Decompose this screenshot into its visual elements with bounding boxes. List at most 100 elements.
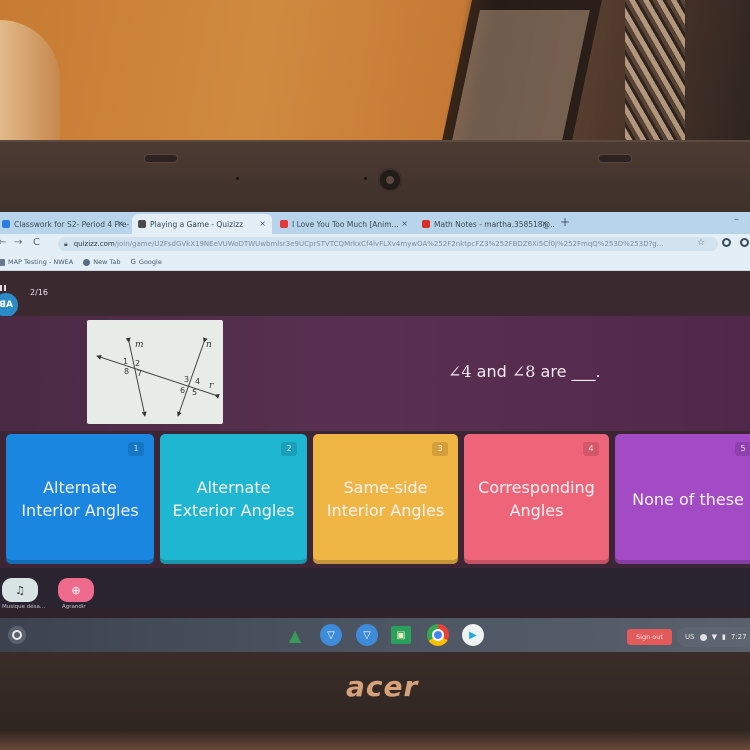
angle-label-7: 7 — [137, 369, 142, 378]
option-label: None of these — [632, 489, 744, 509]
tab-classwork[interactable]: Classwork for S2- Period 4 Pre-... × — [0, 214, 130, 234]
option-5-none[interactable]: 5 None of these — [615, 434, 750, 564]
line-n — [177, 337, 208, 417]
new-tab-button[interactable]: + — [560, 215, 570, 229]
bezel-bumper-right — [598, 154, 632, 163]
tab-gmail[interactable]: Math Notes - martha.358518@... × — [416, 214, 554, 234]
browser-tabstrip: Classwork for S2- Period 4 Pre-... × Pla… — [0, 212, 750, 234]
back-button[interactable]: ← — [0, 237, 6, 248]
extension-icon[interactable] — [722, 238, 731, 247]
url-path: /join/game/U2FsdGVkX19NEeVUWoDTWUwbmlsr3… — [114, 240, 664, 248]
webcam — [378, 168, 402, 192]
bookmark-new-tab[interactable]: New Tab — [83, 258, 120, 266]
bezel-bumper-left — [144, 154, 178, 163]
profile-icon[interactable] — [740, 238, 749, 247]
option-number: 5 — [735, 442, 750, 456]
notification-icon — [699, 633, 707, 641]
quiz-topbar: 2/16 ꓭA — [0, 271, 750, 317]
angle-label-8: 8 — [124, 367, 129, 376]
option-4-corresponding[interactable]: 4 Corresponding Angles — [464, 434, 609, 564]
bookmarks-bar: MAP Testing - NWEA New Tab G Google — [0, 254, 750, 271]
gmail-favicon-icon — [422, 220, 430, 228]
bookmark-google[interactable]: G Google — [130, 258, 161, 266]
label-n: n — [206, 340, 212, 350]
battery-icon: ▮ — [721, 633, 726, 641]
google-icon: G — [130, 257, 136, 266]
bookmark-map-testing[interactable]: MAP Testing - NWEA — [0, 258, 73, 266]
avatar[interactable]: ꓭA — [0, 293, 18, 317]
tab-label: I Love You Too Much [Anim... — [292, 219, 399, 229]
option-2-alternate-exterior[interactable]: 2 Alternate Exterior Angles — [160, 434, 307, 564]
youtube-favicon-icon — [280, 220, 288, 228]
wifi-icon: ▼ — [711, 633, 717, 641]
close-icon[interactable]: × — [541, 219, 548, 228]
google-classroom-icon[interactable]: ▣ — [391, 626, 411, 644]
address-bar[interactable]: 🔒︎ quizizz.com /join/game/U2FsdGVkX19NEe… — [58, 237, 718, 251]
angle-symbol: ∠ — [511, 362, 526, 381]
pause-icon[interactable] — [0, 285, 6, 291]
tab-quizizz[interactable]: Playing a Game - Quizizz × — [132, 214, 272, 234]
parallel-lines-diagram: m n r 1 2 3 4 5 6 7 8 — [96, 337, 220, 417]
zoom-in-button[interactable]: ⊕ — [58, 578, 94, 602]
option-1-alternate-interior[interactable]: 1 Alternate Interior Angles — [6, 434, 154, 564]
tab-label: Math Notes - martha.358518@... — [434, 219, 554, 229]
brand-logo: acer — [346, 670, 419, 703]
angle-label-4: 4 — [195, 377, 200, 386]
option-label: Alternate Exterior Angles — [172, 478, 295, 520]
background-fabric — [625, 0, 685, 145]
browser-toolbar: ← → C 🔒︎ quizizz.com /join/game/U2FsdGVk… — [0, 234, 750, 254]
option-number: 2 — [281, 442, 297, 456]
label-m: m — [135, 340, 144, 350]
question-counter: 2/16 — [30, 288, 48, 297]
locale-indicator: US — [685, 633, 695, 641]
bookmark-label: Google — [138, 258, 162, 266]
play-store-icon[interactable]: ▶ — [462, 624, 484, 646]
launcher-button[interactable] — [8, 626, 26, 644]
google-drive-icon[interactable]: ▲ — [284, 624, 306, 646]
avatar-text: ꓭA — [0, 300, 13, 310]
reload-button[interactable]: C — [33, 237, 40, 248]
sign-out-button[interactable]: Sign out — [627, 629, 672, 645]
chromeos-shelf: ▲ ▽ ▽ ▣ ▶ Sign out US ▼ ▮ 7:27 — [0, 618, 750, 652]
lock-icon: 🔒︎ — [64, 239, 68, 248]
camera-indicator — [364, 177, 367, 180]
close-icon[interactable]: × — [401, 219, 408, 228]
quiz-bottombar: ♫ Musique désa... ⊕ Agrandir — [0, 568, 750, 610]
label-r: r — [209, 381, 214, 391]
tab-youtube[interactable]: I Love You Too Much [Anim... × — [274, 214, 414, 234]
angle-symbol: ∠ — [448, 362, 462, 381]
bookmark-star-icon[interactable]: ☆ — [697, 238, 705, 248]
option-number: 1 — [128, 442, 144, 456]
app-v-icon-2[interactable]: ▽ — [356, 624, 378, 646]
tab-label: Classwork for S2- Period 4 Pre-... — [14, 219, 130, 229]
option-3-same-side-interior[interactable]: 3 Same-side Interior Angles — [313, 434, 458, 564]
bookmark-label: New Tab — [93, 258, 121, 266]
option-number: 4 — [583, 442, 599, 456]
mute-music-button[interactable]: ♫ — [2, 578, 38, 602]
option-label: Alternate Interior Angles — [21, 478, 139, 520]
chrome-icon[interactable] — [427, 624, 449, 646]
system-tray[interactable]: US ▼ ▮ 7:27 — [677, 627, 750, 647]
laptop-bottom-bezel: acer — [0, 652, 750, 750]
microphone — [236, 177, 239, 180]
close-icon[interactable]: × — [117, 219, 124, 228]
angle-label-2: 2 — [135, 359, 140, 368]
tab-label: Playing a Game - Quizizz — [150, 219, 244, 229]
forward-button[interactable]: → — [14, 237, 22, 248]
line-m — [125, 337, 147, 417]
option-label: Corresponding Angles — [478, 478, 595, 520]
mute-music-label: Musique désa... — [2, 604, 46, 610]
angle-b: 8 — [525, 362, 536, 381]
question-suffix: are ___. — [535, 362, 601, 381]
question-figure: m n r 1 2 3 4 5 6 7 8 — [87, 320, 223, 424]
angle-label-5: 5 — [192, 388, 197, 397]
minimize-button[interactable]: – — [734, 214, 739, 225]
globe-icon — [83, 258, 91, 266]
google-classroom-favicon-icon — [2, 220, 10, 228]
bookmark-favicon-icon — [0, 258, 5, 266]
answer-options: 1 Alternate Interior Angles 2 Alternate … — [0, 431, 750, 568]
close-icon[interactable]: × — [259, 219, 266, 228]
zoom-in-label: Agrandir — [62, 604, 86, 610]
bookmark-label: MAP Testing - NWEA — [8, 258, 74, 266]
app-v-icon-1[interactable]: ▽ — [320, 624, 342, 646]
